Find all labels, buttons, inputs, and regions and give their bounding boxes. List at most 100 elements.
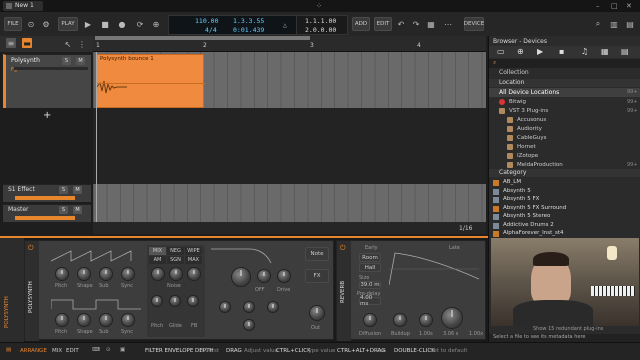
room-button[interactable]: Room [359, 253, 381, 262]
fm-knob[interactable] [169, 295, 181, 307]
volume-fader[interactable] [15, 216, 75, 220]
category-row[interactable]: Category [489, 169, 640, 177]
keyboard-icon[interactable]: ⌨ [92, 347, 100, 353]
add-button[interactable]: ADD [352, 17, 370, 31]
out-knob[interactable] [309, 305, 325, 321]
collection-row[interactable]: Collection [489, 69, 640, 77]
all-locations-row[interactable]: All Device Locations 99+ [489, 88, 640, 97]
osc1-sync-knob[interactable] [121, 267, 135, 281]
mute-button[interactable]: M [73, 206, 82, 214]
device-list-item[interactable]: Absynth 5 Stereo [489, 213, 640, 221]
track-master[interactable]: Master S M [3, 204, 91, 222]
device-list-item[interactable]: Absynth 5 FX Surround [489, 205, 640, 213]
tool-menu-icon[interactable]: ⋮ [76, 38, 88, 50]
location-item[interactable]: Audiority [489, 125, 640, 134]
solo-button[interactable]: S [59, 186, 68, 194]
resonance-knob[interactable] [257, 269, 271, 283]
clock-icon[interactable]: ⊙ [106, 347, 111, 353]
power-icon[interactable]: ⏻ [28, 244, 34, 253]
location-item[interactable]: Accusonus [489, 116, 640, 125]
osc2-sync-knob[interactable] [121, 313, 135, 327]
device-list-item[interactable]: AlphaForever_Inst_st4 [489, 230, 640, 238]
mix-mode-tab[interactable]: AM [149, 256, 166, 264]
size-field[interactable]: 39.0 m [359, 281, 381, 289]
redo-icon[interactable]: ↷ [410, 18, 422, 30]
loop-icon[interactable]: ⟳ [134, 18, 146, 30]
hall-button[interactable]: Hall [359, 263, 381, 272]
mix-mode-tab[interactable]: WIPE [185, 247, 202, 255]
loop-length[interactable]: 2.0.0.00 [305, 26, 336, 34]
mute-button[interactable]: M [76, 57, 85, 65]
track-view-icon[interactable]: ▬ [22, 38, 32, 48]
track-list-icon[interactable]: ≡ [6, 38, 16, 48]
metronome-icon[interactable]: △ [283, 21, 287, 29]
quantize-icon[interactable]: ⋯ [442, 18, 454, 30]
buildup-knob[interactable] [393, 313, 407, 327]
location-row[interactable]: Location [489, 79, 640, 87]
transport-display[interactable]: 110.00 4/4 1.3.3.55 0:01.439 △ [168, 15, 308, 35]
osc2-sub-knob[interactable] [99, 313, 113, 327]
mix-tab[interactable]: MIX [52, 348, 62, 354]
dashboard-icon[interactable]: ⊙ [25, 18, 37, 30]
zoom-value[interactable]: 1/16 [459, 225, 472, 232]
device-list-item[interactable]: Absynth 5 FX [489, 196, 640, 204]
noise-knob[interactable] [169, 267, 183, 281]
browser-search[interactable]: ⌕ [489, 59, 640, 68]
mute-button[interactable]: M [73, 186, 82, 194]
play-icon[interactable]: ▶ [82, 18, 94, 30]
track-s1-effect[interactable]: S1 Effect S M [3, 184, 91, 202]
predelay-field[interactable]: 4.00 ms [359, 295, 381, 307]
pin-tab-icon[interactable]: ▦ [601, 47, 609, 56]
add-track-icon[interactable]: + [43, 110, 51, 121]
mix-mode-tab[interactable]: MAX [185, 256, 202, 264]
pitch-mod-knob[interactable] [151, 295, 163, 307]
loop-range-bar[interactable] [95, 36, 310, 40]
settings-icon[interactable]: ⚙ [40, 18, 52, 30]
undo-icon[interactable]: ↶ [395, 18, 407, 30]
note-button[interactable]: Note [305, 247, 329, 261]
edit-tab[interactable]: EDIT [66, 348, 79, 354]
location-item[interactable]: Bitwig 99+ [489, 98, 640, 107]
reverb-freq-knob[interactable] [419, 313, 433, 327]
env-release-knob[interactable] [243, 319, 255, 331]
device-button[interactable]: DEVICE [464, 17, 484, 31]
track-polysynth[interactable]: Polysynth Fg S M [3, 54, 91, 108]
record-icon[interactable]: ● [116, 18, 128, 30]
volume-fader[interactable] [14, 67, 88, 70]
play-menu-button[interactable]: PLAY [58, 17, 78, 31]
loop-start[interactable]: 1.1.1.00 [305, 17, 336, 25]
devices-tab-icon[interactable]: ▭ [497, 47, 505, 56]
fx-button[interactable]: FX [305, 269, 329, 283]
close-icon[interactable]: ✕ [626, 2, 632, 10]
timeline-ruler[interactable]: 1 2 3 4 [93, 36, 486, 52]
osc1-shape-knob[interactable] [77, 267, 91, 281]
osc2-shape-knob[interactable] [77, 313, 91, 327]
osc-mix-knob[interactable] [151, 267, 165, 281]
osc2-pitch-knob[interactable] [55, 313, 69, 327]
arrange-view-icon[interactable]: ▤ [6, 347, 11, 353]
device-list-item[interactable]: Absynth 5 [489, 188, 640, 196]
env-decay-knob[interactable] [243, 301, 255, 313]
music-tab-icon[interactable]: ♫ [581, 47, 588, 56]
search-icon[interactable]: ⌕ [592, 18, 604, 30]
location-item[interactable]: VST 3 Plug-ins 99+ [489, 107, 640, 116]
panel-right-icon[interactable]: ▤ [624, 18, 636, 30]
overdub-icon[interactable]: ⊕ [150, 18, 162, 30]
folder-tab-icon[interactable]: ▤ [621, 47, 629, 56]
maximize-icon[interactable]: □ [611, 2, 618, 10]
mix-mode-tab[interactable]: MIX [149, 247, 166, 255]
decay-knob[interactable] [441, 307, 463, 329]
mix-mode-tab[interactable]: SGN [167, 256, 184, 264]
mix-mode-tab[interactable]: NEG [167, 247, 184, 255]
reverb-power-icon[interactable]: ⏻ [340, 244, 346, 253]
location-item[interactable]: Hornet [489, 143, 640, 152]
solo-button[interactable]: S [62, 57, 71, 65]
glide-knob[interactable] [187, 295, 199, 307]
diffusion-knob[interactable] [363, 313, 377, 327]
redundant-plugins-link[interactable]: Show 15 redundant plug-ins [533, 326, 603, 332]
presets-tab-icon[interactable]: ⊕ [517, 47, 524, 56]
cutoff-knob[interactable] [231, 267, 251, 287]
osc1-sub-knob[interactable] [99, 267, 113, 281]
location-item[interactable]: IZotope [489, 152, 640, 161]
arranger-grid[interactable]: Polysynth bounce 1 [93, 52, 486, 222]
